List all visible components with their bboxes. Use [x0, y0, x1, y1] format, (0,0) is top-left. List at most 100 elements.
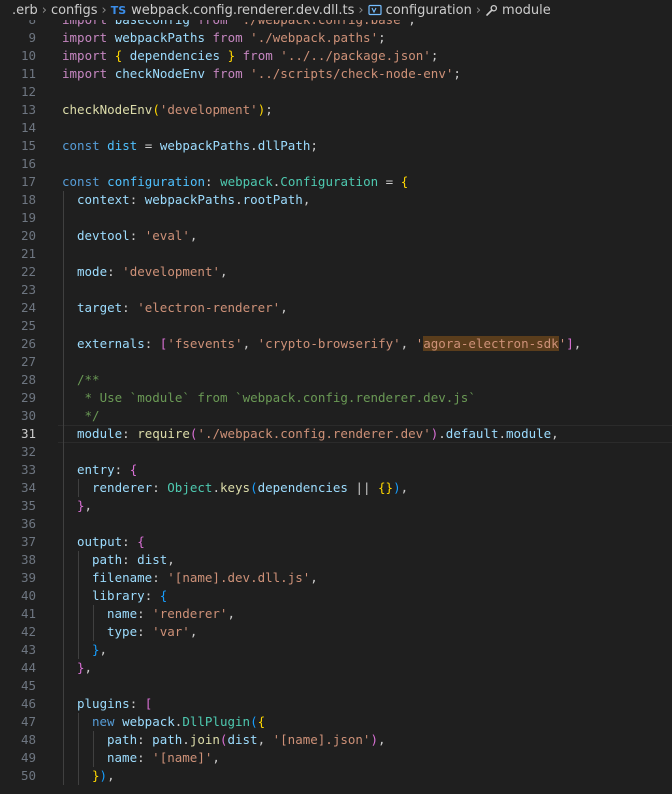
code-token: dependencies [129, 48, 221, 63]
code-editor[interactable]: .erb › configs › TS webpack.config.rende… [0, 0, 672, 794]
line-content: */ [77, 407, 100, 425]
code-token: dependencies [257, 480, 348, 495]
line-content: filename: '[name].dev.dll.js', [92, 569, 318, 587]
code-line[interactable]: 10 import { dependencies } from '../../pa… [0, 47, 672, 65]
indent-guide [63, 659, 64, 677]
code-line[interactable]: 49 name: '[name]', [0, 749, 672, 767]
code-line[interactable]: 35}, [0, 497, 672, 515]
code-token: , [99, 642, 108, 657]
line-content: renderer: Object.keys(dependencies || {}… [92, 479, 408, 497]
code-line[interactable]: 32 [0, 443, 672, 461]
code-token: join [189, 732, 220, 747]
line-number: 36 [20, 516, 36, 531]
line-content: const dist = webpackPaths.dllPath; [62, 137, 318, 155]
code-line[interactable]: 30 */ [0, 407, 672, 425]
code-line[interactable]: 31 module: require('./webpack.config.rend… [0, 425, 672, 443]
code-line[interactable]: 16 [0, 155, 672, 173]
code-token: ) [393, 480, 401, 495]
line-content: mode: 'development', [77, 263, 228, 281]
code-token: name [107, 606, 138, 621]
code-token: path [92, 552, 123, 567]
code-token: , [573, 336, 582, 351]
indent-guide [63, 227, 64, 245]
line-number: 24 [20, 300, 36, 315]
code-line[interactable]: 29 * Use `module` from `webpack.config.r… [0, 389, 672, 407]
indent-guide [63, 335, 64, 353]
code-token: , [302, 192, 311, 207]
code-line[interactable]: 34 renderer: Object.keys(dependencies || … [0, 479, 672, 497]
code-line[interactable]: 28 /** [0, 371, 672, 389]
code-line[interactable]: 17 const configuration: webpack.Configura… [0, 173, 672, 191]
line-content: import { dependencies } from '../../pack… [62, 47, 438, 65]
line-content: }, [92, 641, 107, 659]
indent-guide [63, 443, 64, 461]
line-number: 26 [20, 336, 36, 351]
indent-guide [93, 623, 94, 641]
code-token: . [212, 480, 220, 495]
code-line[interactable]: 21 [0, 245, 672, 263]
code-line[interactable]: 36 [0, 515, 672, 533]
code-line[interactable]: 37 output: { [0, 533, 672, 551]
indent-guide [63, 461, 64, 479]
code-token: webpack [220, 174, 273, 189]
code-line[interactable]: 14 [0, 119, 672, 137]
code-token: agora-electron-sdk [423, 336, 559, 351]
code-line[interactable]: 22 mode: 'development', [0, 263, 672, 281]
code-line[interactable]: 18 context: webpackPaths.rootPath, [0, 191, 672, 209]
code-token: , [227, 606, 235, 621]
code-line[interactable]: 50}), [0, 767, 672, 785]
breadcrumb-item-erb[interactable]: .erb [12, 3, 38, 18]
code-line[interactable]: 38 path: dist, [0, 551, 672, 569]
code-line[interactable]: 26 externals: ['fsevents', 'crypto-browse… [0, 335, 672, 353]
code-line[interactable]: 24 target: 'electron-renderer', [0, 299, 672, 317]
indent-guide [63, 299, 64, 317]
breadcrumb-item-module[interactable]: module [502, 3, 551, 18]
code-line[interactable]: 20 devtool: 'eval', [0, 227, 672, 245]
code-line[interactable]: 46 plugins: [ [0, 695, 672, 713]
code-token: 'renderer' [152, 606, 228, 621]
code-line[interactable]: 33 entry: { [0, 461, 672, 479]
indent-guide [63, 191, 64, 209]
code-line[interactable]: 42 type: 'var', [0, 623, 672, 641]
breadcrumb: .erb › configs › TS webpack.config.rende… [0, 0, 672, 20]
code-line[interactable]: 12 [0, 83, 672, 101]
code-line[interactable]: 27 [0, 353, 672, 371]
code-token: './webpack.config.renderer.dev' [197, 426, 431, 441]
code-line[interactable]: 40 library: { [0, 587, 672, 605]
breadcrumb-item-configuration[interactable]: configuration [386, 3, 472, 18]
code-token: { [400, 174, 409, 189]
chevron-right-icon: › [358, 2, 364, 18]
breadcrumb-item-configs[interactable]: configs [51, 3, 98, 18]
indent-guide [63, 317, 64, 335]
code-line[interactable]: 23 [0, 281, 672, 299]
line-number: 45 [20, 678, 36, 693]
code-token: '[name].dev.dll.js' [167, 570, 311, 585]
chevron-right-icon: › [475, 2, 482, 18]
code-token: webpackPaths [159, 138, 251, 153]
code-token: , [378, 732, 386, 747]
code-line[interactable]: 45 [0, 677, 672, 695]
code-line[interactable]: 47 new webpack.DllPlugin({ [0, 713, 672, 731]
line-number: 35 [20, 498, 36, 513]
code-line[interactable]: 48 path: path.join(dist, '[name].json'), [0, 731, 672, 749]
ts-file-icon: TS [110, 3, 127, 17]
code-area[interactable]: 7import { merge } from 'webpack-merge';8… [0, 0, 672, 785]
code-line[interactable]: 11 import checkNodeEnv from '../scripts/c… [0, 65, 672, 83]
code-line[interactable]: 15 const dist = webpackPaths.dllPath; [0, 137, 672, 155]
code-line[interactable]: 43}, [0, 641, 672, 659]
code-line[interactable]: 41 name: 'renderer', [0, 605, 672, 623]
code-line[interactable]: 39 filename: '[name].dev.dll.js', [0, 569, 672, 587]
code-line[interactable]: 25 [0, 317, 672, 335]
line-number: 34 [20, 480, 36, 495]
line-number: 13 [20, 102, 36, 117]
line-number: 33 [20, 462, 36, 477]
code-line[interactable]: 9 import webpackPaths from './webpack.pat… [0, 29, 672, 47]
code-line[interactable]: 19 [0, 209, 672, 227]
code-line[interactable]: 13 checkNodeEnv('development'); [0, 101, 672, 119]
code-token: ( [250, 714, 258, 729]
breadcrumb-item-file[interactable]: webpack.config.renderer.dev.dll.ts [131, 3, 354, 18]
code-line[interactable]: 44}, [0, 659, 672, 677]
indent-guide [63, 695, 64, 713]
